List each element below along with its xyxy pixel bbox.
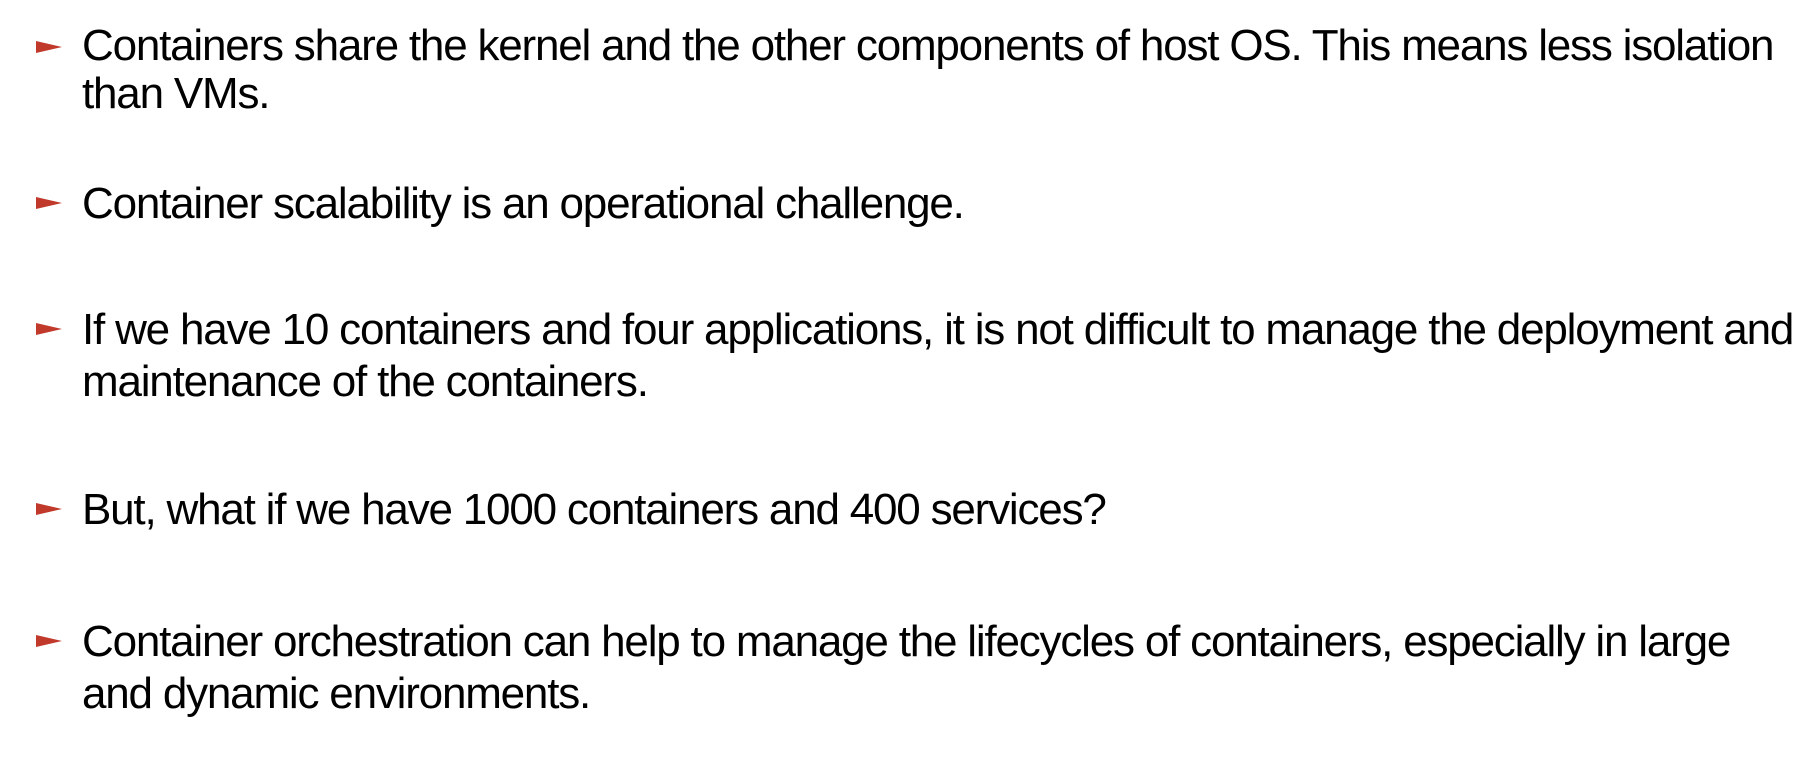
triangle-right-icon bbox=[36, 635, 62, 647]
triangle-right-icon bbox=[36, 197, 62, 209]
bullet-text: But, what if we have 1000 containers and… bbox=[82, 485, 1107, 534]
bullet-text: Container scalability is an operational … bbox=[82, 179, 965, 228]
bullet-text: Containers share the kernel and the othe… bbox=[82, 21, 1774, 118]
triangle-right-icon bbox=[36, 323, 62, 335]
bullet-text: If we have 10 containers and four applic… bbox=[82, 305, 1794, 406]
bullet-text: Container orchestration can help to mana… bbox=[82, 617, 1731, 718]
slide: Containers share the kernel and the othe… bbox=[0, 0, 1820, 766]
triangle-right-icon bbox=[36, 503, 62, 515]
triangle-right-icon bbox=[36, 41, 62, 53]
